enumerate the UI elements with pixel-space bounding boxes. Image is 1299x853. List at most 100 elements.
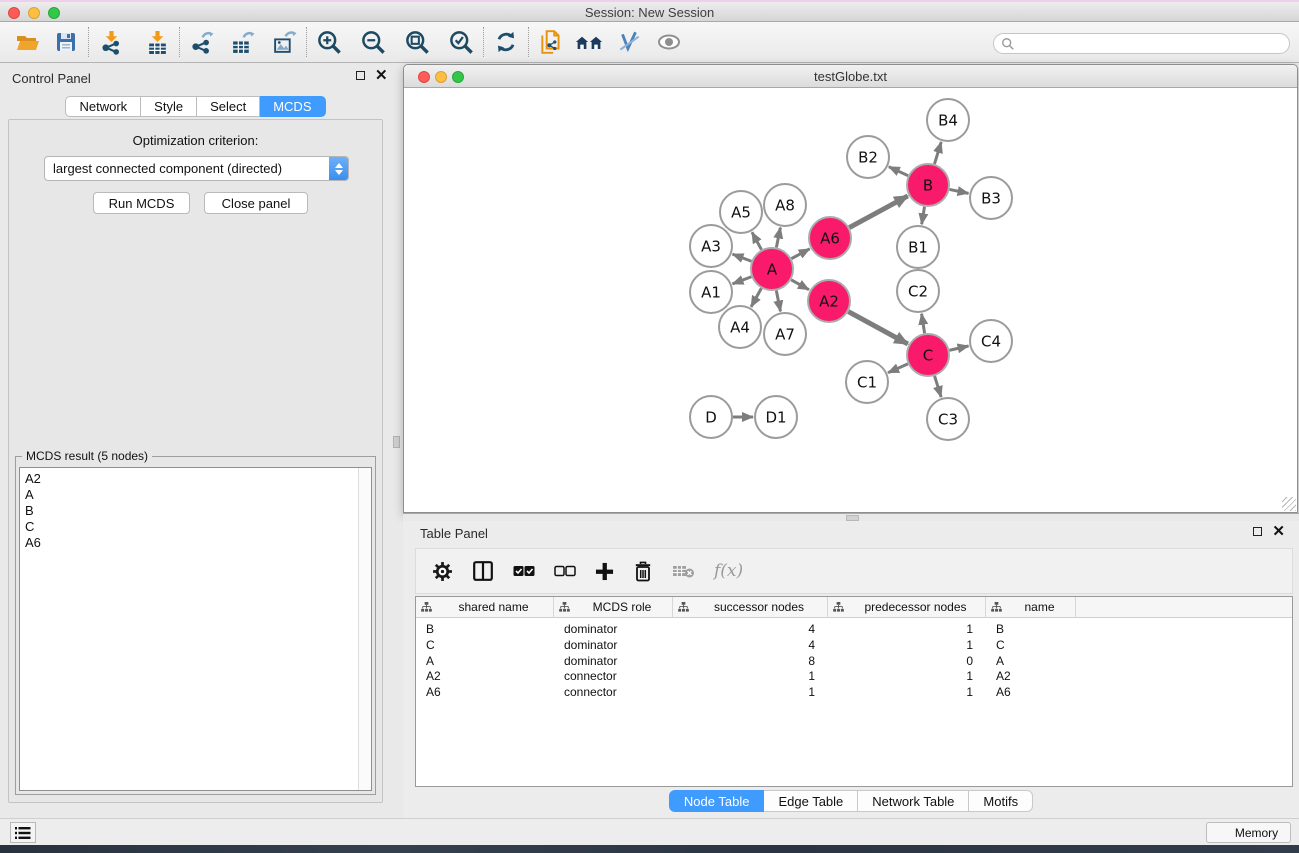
tab-edge-table[interactable]: Edge Table xyxy=(764,790,858,812)
node-A2[interactable]: A2 xyxy=(808,280,850,322)
vertical-splitter[interactable] xyxy=(391,63,403,818)
float-panel-icon[interactable] xyxy=(1253,527,1262,536)
import-table-icon[interactable] xyxy=(143,28,171,56)
edge-A-A1[interactable] xyxy=(733,277,752,284)
column-header-successor-nodes[interactable]: successor nodes xyxy=(673,597,828,618)
task-history-button[interactable] xyxy=(10,822,36,843)
node-C2[interactable]: C2 xyxy=(897,270,939,312)
search-input[interactable] xyxy=(1015,37,1289,51)
node-A7[interactable]: A7 xyxy=(764,313,806,355)
show-columns-icon[interactable] xyxy=(472,560,494,582)
node-A1[interactable]: A1 xyxy=(690,271,732,313)
resize-grip-icon[interactable] xyxy=(1282,497,1296,511)
criterion-select[interactable]: largest connected component (directed) xyxy=(44,156,349,181)
edge-A2-C[interactable] xyxy=(848,312,907,344)
tab-network[interactable]: Network xyxy=(65,96,141,117)
network-canvas[interactable]: B4 B2 B B3 A5A8A6 A3 B1 A A1 C2 A2 A4A7 C4 C C1 C3 D D1 xyxy=(404,88,1297,512)
zoom-in-icon[interactable] xyxy=(315,28,343,56)
zoom-selected-icon[interactable] xyxy=(447,28,475,56)
edge-B-B1[interactable] xyxy=(922,207,925,225)
tab-mcds[interactable]: MCDS xyxy=(260,96,325,117)
node-B1[interactable]: B1 xyxy=(897,226,939,268)
delete-table-icon[interactable] xyxy=(672,563,695,579)
edge-A-A7[interactable] xyxy=(776,291,780,312)
edge-C-C1[interactable] xyxy=(888,364,908,373)
add-column-icon[interactable] xyxy=(595,562,614,581)
node-B[interactable]: B xyxy=(907,164,949,206)
table-row[interactable]: A6connector11A6 xyxy=(416,684,1292,700)
export-table-icon[interactable] xyxy=(228,28,256,56)
hide-labels-icon[interactable] xyxy=(615,28,643,56)
close-panel-icon[interactable]: ✕ xyxy=(1272,527,1285,536)
table-settings-gear-icon[interactable] xyxy=(432,561,453,582)
tab-network-table[interactable]: Network Table xyxy=(858,790,969,812)
edge-A-A8[interactable] xyxy=(776,228,780,248)
edge-A-A5[interactable] xyxy=(752,232,762,249)
edge-C-C2[interactable] xyxy=(922,314,925,334)
mcds-result-item[interactable]: C xyxy=(20,519,357,535)
edge-A-A6[interactable] xyxy=(791,249,809,259)
clone-network-icon[interactable] xyxy=(537,28,565,56)
home-network-icon[interactable] xyxy=(575,28,603,56)
splitter-handle[interactable] xyxy=(393,436,400,448)
mcds-result-item[interactable]: A6 xyxy=(20,535,357,551)
node-C[interactable]: C xyxy=(907,334,949,376)
delete-column-trash-icon[interactable] xyxy=(633,561,653,582)
node-B2[interactable]: B2 xyxy=(847,136,889,178)
export-network-icon[interactable] xyxy=(188,28,216,56)
refresh-icon[interactable] xyxy=(492,28,520,56)
edge-C-C3[interactable] xyxy=(935,376,942,397)
table-row[interactable]: A2connector11A2 xyxy=(416,668,1292,684)
save-session-icon[interactable] xyxy=(52,28,80,56)
run-mcds-button[interactable]: Run MCDS xyxy=(93,192,190,214)
eye-icon[interactable] xyxy=(655,28,683,56)
close-panel-icon[interactable]: ✕ xyxy=(375,71,388,80)
mcds-result-item[interactable]: A xyxy=(20,487,357,503)
tab-node-table[interactable]: Node Table xyxy=(669,790,765,812)
tab-motifs[interactable]: Motifs xyxy=(969,790,1033,812)
node-C4[interactable]: C4 xyxy=(970,320,1012,362)
column-header-MCDS-role[interactable]: MCDS role xyxy=(554,597,673,618)
mcds-result-list[interactable]: A2ABCA6 xyxy=(19,467,372,791)
column-header-predecessor-nodes[interactable]: predecessor nodes xyxy=(828,597,986,618)
edge-A-A4[interactable] xyxy=(751,288,761,307)
zoom-out-icon[interactable] xyxy=(359,28,387,56)
node-A3[interactable]: A3 xyxy=(690,225,732,267)
export-image-icon[interactable] xyxy=(270,28,298,56)
node-A[interactable]: A xyxy=(751,248,793,290)
edge-B-B2[interactable] xyxy=(889,167,908,176)
open-session-icon[interactable] xyxy=(14,28,42,56)
edge-B-B4[interactable] xyxy=(934,142,941,164)
import-network-icon[interactable] xyxy=(97,28,125,56)
node-A5[interactable]: A5 xyxy=(720,191,762,233)
result-scrollbar[interactable] xyxy=(358,468,371,790)
mcds-result-item[interactable]: A2 xyxy=(20,471,357,487)
select-all-icon[interactable] xyxy=(513,564,535,578)
table-row[interactable]: Bdominator41B xyxy=(416,621,1292,637)
edge-C-C4[interactable] xyxy=(949,346,968,350)
tab-style[interactable]: Style xyxy=(141,96,197,117)
zoom-fit-icon[interactable] xyxy=(403,28,431,56)
edge-B-B3[interactable] xyxy=(950,189,969,193)
horizontal-splitter[interactable] xyxy=(403,513,1299,521)
edge-A-A3[interactable] xyxy=(733,254,752,261)
column-header-name[interactable]: name xyxy=(986,597,1076,618)
float-panel-icon[interactable] xyxy=(356,71,365,80)
node-D1[interactable]: D1 xyxy=(755,396,797,438)
node-A4[interactable]: A4 xyxy=(719,306,761,348)
table-row[interactable]: Cdominator41C xyxy=(416,637,1292,653)
node-C3[interactable]: C3 xyxy=(927,398,969,440)
function-builder-icon[interactable]: f(x) xyxy=(714,561,743,581)
node-A6[interactable]: A6 xyxy=(809,217,851,259)
node-D[interactable]: D xyxy=(690,396,732,438)
node-A8[interactable]: A8 xyxy=(764,184,806,226)
node-B3[interactable]: B3 xyxy=(970,177,1012,219)
edge-A6-B[interactable] xyxy=(849,196,907,228)
close-panel-button[interactable]: Close panel xyxy=(204,192,308,214)
memory-button[interactable]: Memory xyxy=(1206,822,1291,843)
network-window-titlebar[interactable]: testGlobe.txt xyxy=(404,65,1297,88)
deselect-all-icon[interactable] xyxy=(554,564,576,578)
node-C1[interactable]: C1 xyxy=(846,361,888,403)
node-B4[interactable]: B4 xyxy=(927,99,969,141)
edge-A-A2[interactable] xyxy=(791,280,809,290)
